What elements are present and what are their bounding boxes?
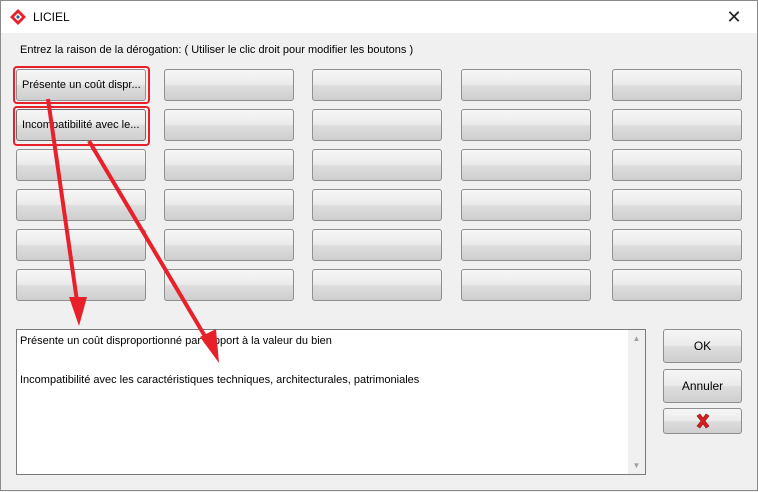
reason-button-r2-c2[interactable] <box>164 109 294 141</box>
reason-button-r6-c2[interactable] <box>164 269 294 301</box>
dialog-window: LICIEL ✕ Entrez la raison de la dérogati… <box>0 0 758 491</box>
reason-button-r5-c3[interactable] <box>312 229 442 261</box>
ok-button[interactable]: OK <box>663 329 742 363</box>
red-x-icon <box>696 413 709 429</box>
reason-text-line-1: Présente un coût disproportionné par rap… <box>20 335 332 347</box>
reason-button-r3-c5[interactable] <box>612 149 742 181</box>
reason-button-r6-c1[interactable] <box>16 269 146 301</box>
reason-button-r6-c3[interactable] <box>312 269 442 301</box>
annotation-highlight-2 <box>13 106 150 146</box>
title-bar: LICIEL ✕ <box>1 1 757 33</box>
reason-button-r6-c5[interactable] <box>612 269 742 301</box>
instruction-text: Entrez la raison de la dérogation: ( Uti… <box>20 44 414 56</box>
reason-button-r1-c3[interactable] <box>312 69 442 101</box>
reason-button-r2-c3[interactable] <box>312 109 442 141</box>
scroll-up-arrow-icon[interactable]: ▲ <box>628 330 645 347</box>
window-title: LICIEL <box>33 10 70 24</box>
scroll-down-arrow-icon[interactable]: ▼ <box>628 457 645 474</box>
reason-button-r1-c5[interactable] <box>612 69 742 101</box>
reason-button-r3-c4[interactable] <box>461 149 591 181</box>
reason-button-r4-c3[interactable] <box>312 189 442 221</box>
reason-button-r4-c1[interactable] <box>16 189 146 221</box>
reason-button-r5-c5[interactable] <box>612 229 742 261</box>
reason-button-r5-c4[interactable] <box>461 229 591 261</box>
annotation-arrowhead-1 <box>69 297 87 326</box>
reason-button-r3-c2[interactable] <box>164 149 294 181</box>
reason-button-r5-c1[interactable] <box>16 229 146 261</box>
reason-button-r4-c2[interactable] <box>164 189 294 221</box>
reason-button-r4-c4[interactable] <box>461 189 591 221</box>
reason-button-r2-c4[interactable] <box>461 109 591 141</box>
reason-button-r3-c3[interactable] <box>312 149 442 181</box>
reason-button-r1-c2[interactable] <box>164 69 294 101</box>
textarea-scrollbar[interactable]: ▲ ▼ <box>628 330 645 474</box>
reason-button-r1-c4[interactable] <box>461 69 591 101</box>
delete-button[interactable] <box>663 408 742 434</box>
reason-textarea[interactable]: Présente un coût disproportionné par rap… <box>16 329 646 475</box>
reason-button-r2-c5[interactable] <box>612 109 742 141</box>
cancel-button[interactable]: Annuler <box>663 369 742 403</box>
close-icon: ✕ <box>726 6 742 27</box>
close-button[interactable]: ✕ <box>711 1 757 33</box>
reason-text-line-2: Incompatibilité avec les caractéristique… <box>20 374 420 386</box>
reason-button-r6-c4[interactable] <box>461 269 591 301</box>
reason-button-r4-c5[interactable] <box>612 189 742 221</box>
liciel-app-icon <box>10 9 26 25</box>
reason-button-r5-c2[interactable] <box>164 229 294 261</box>
annotation-highlight-1 <box>13 66 150 104</box>
reason-button-r3-c1[interactable] <box>16 149 146 181</box>
